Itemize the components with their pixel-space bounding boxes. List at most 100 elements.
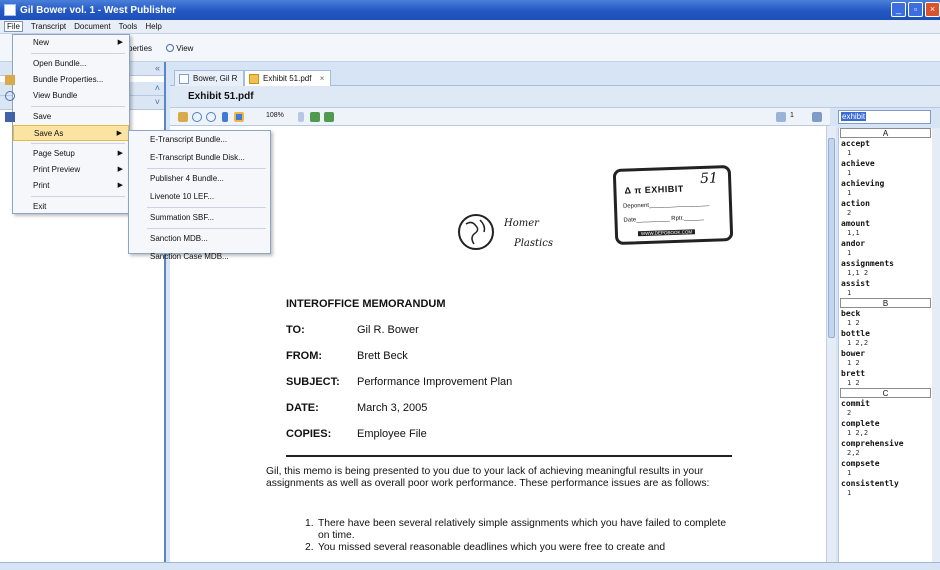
document-tabs: Bower, Gil R Exhibit 51.pdf × (170, 68, 940, 86)
index-term[interactable]: accept (839, 138, 932, 149)
submenu-item-etranscript-bundle-disk[interactable]: E-Transcript Bundle Disk... (129, 149, 270, 167)
index-term[interactable]: amount (839, 218, 932, 229)
tab-bower-gil[interactable]: Bower, Gil R (174, 70, 245, 86)
index-term-pages[interactable]: 2 (839, 409, 932, 418)
index-term[interactable]: compsete (839, 458, 932, 469)
word-index-list[interactable]: Aaccept 1 achieve 1 achieving 1 action 2 amount 1… (838, 128, 932, 562)
menu-item-print[interactable]: Print ▶ (13, 178, 129, 194)
menu-item-save[interactable]: Save (5, 109, 129, 125)
menu-file[interactable]: File (4, 21, 23, 32)
index-term-pages[interactable]: 1,1 2 (839, 269, 932, 278)
document-title: Exhibit 51.pdf (188, 91, 254, 102)
index-term-pages[interactable]: 1 2 (839, 319, 932, 328)
submenu-item-publisher4-bundle[interactable]: Publisher 4 Bundle... (129, 170, 270, 188)
submenu-item-summation-sbf[interactable]: Summation SBF... (129, 209, 270, 227)
next-page-icon[interactable] (812, 112, 822, 122)
index-term[interactable]: assist (839, 278, 932, 289)
submenu-item-sanction-case-mdb[interactable]: Sanction Case MDB... (129, 248, 270, 266)
index-term[interactable]: action (839, 198, 932, 209)
page-number[interactable]: 1 (790, 112, 794, 119)
date-line: Date__________ Rptr.______ (623, 214, 705, 224)
index-term[interactable]: andor (839, 238, 932, 249)
index-term[interactable]: achieving (839, 178, 932, 189)
menu-item-print-preview[interactable]: Print Preview ▶ (13, 162, 129, 178)
to-value: Gil R. Bower (357, 324, 419, 336)
subject-label: SUBJECT: (286, 376, 340, 388)
zoom-dropdown-icon[interactable] (298, 112, 304, 122)
menu-transcript[interactable]: Transcript (31, 22, 66, 31)
globe-logo-icon (458, 214, 494, 250)
minimize-button[interactable]: _ (891, 2, 906, 17)
submenu-item-etranscript-bundle[interactable]: E-Transcript Bundle... (129, 131, 270, 149)
chevron-up-icon[interactable]: ˄ (155, 83, 160, 93)
index-term[interactable]: bottle (839, 328, 932, 339)
menu-tools[interactable]: Tools (119, 22, 138, 31)
subject-value: Performance Improvement Plan (357, 376, 513, 388)
zoom-level[interactable]: 108% (266, 112, 284, 119)
maximize-button[interactable]: ▫ (908, 2, 923, 17)
chevron-down-icon[interactable]: ˅ (155, 97, 160, 107)
zoom-out-icon[interactable] (206, 112, 216, 122)
fit-height-icon[interactable] (222, 112, 228, 122)
index-term[interactable]: commit (839, 398, 932, 409)
close-button[interactable]: × (925, 2, 940, 17)
menu-item-bundle-properties[interactable]: Bundle Properties... (5, 72, 129, 88)
index-term[interactable]: complete (839, 418, 932, 429)
view-icon (166, 44, 174, 52)
properties-icon (5, 75, 15, 85)
copies-label: COPIES: (286, 428, 332, 440)
index-term[interactable]: bower (839, 348, 932, 359)
index-term-pages[interactable]: 1 (839, 289, 932, 298)
properties-button[interactable]: perties (128, 44, 152, 53)
app-icon (4, 4, 16, 16)
index-term[interactable]: consistently (839, 478, 932, 489)
menu-item-save-as[interactable]: Save As ▶ (13, 125, 129, 141)
index-term[interactable]: beck (839, 308, 932, 319)
word-index-scrollbar[interactable] (932, 128, 940, 562)
index-term-pages[interactable]: 1 (839, 249, 932, 258)
index-term-pages[interactable]: 2 (839, 209, 932, 218)
close-tab-icon[interactable]: × (320, 74, 325, 83)
tab-exhibit-51[interactable]: Exhibit 51.pdf × (244, 70, 332, 86)
menu-document[interactable]: Document (74, 22, 110, 31)
index-term[interactable]: comprehensive (839, 438, 932, 449)
index-term-pages[interactable]: 1 (839, 469, 932, 478)
copies-value: Employee File (357, 428, 427, 440)
exhibit-label: Δ π EXHIBIT (624, 183, 684, 196)
index-term[interactable]: assignments (839, 258, 932, 269)
index-term-pages[interactable]: 1 (839, 489, 932, 498)
index-term[interactable]: brett (839, 368, 932, 379)
index-term-pages[interactable]: 1 2,2 (839, 339, 932, 348)
logo-text-homer: Homer (504, 218, 539, 229)
submenu-item-livenote-lef[interactable]: Livenote 10 LEF... (129, 188, 270, 206)
menu-item-new[interactable]: New ▶ (13, 35, 129, 51)
menu-item-view-bundle[interactable]: View Bundle (5, 88, 129, 104)
index-term-pages[interactable]: 1 (839, 169, 932, 178)
page-nav-icon[interactable] (776, 112, 786, 122)
index-term-pages[interactable]: 1 2,2 (839, 429, 932, 438)
fit-width-icon[interactable] (234, 112, 244, 122)
index-term-pages[interactable]: 1 2 (839, 379, 932, 388)
collapse-icon[interactable]: « (155, 63, 160, 73)
zoom-in-icon[interactable] (192, 112, 202, 122)
view-button[interactable]: View (166, 44, 193, 53)
menu-item-page-setup[interactable]: Page Setup ▶ (13, 146, 129, 162)
index-term-pages[interactable]: 2,2 (839, 449, 932, 458)
rotate-right-icon[interactable] (324, 112, 334, 122)
menu-item-open-bundle[interactable]: Open Bundle... (13, 56, 129, 72)
menu-item-exit[interactable]: Exit (13, 199, 129, 215)
from-label: FROM: (286, 350, 323, 362)
index-term-pages[interactable]: 1 2 (839, 359, 932, 368)
menu-help[interactable]: Help (145, 22, 161, 31)
search-value: exhibit (841, 112, 867, 121)
properties-icon[interactable] (178, 112, 188, 122)
index-term-pages[interactable]: 1 (839, 149, 932, 158)
index-term-pages[interactable]: 1 (839, 189, 932, 198)
index-term-pages[interactable]: 1,1 (839, 229, 932, 238)
submenu-item-sanction-mdb[interactable]: Sanction MDB... (129, 230, 270, 248)
scroll-thumb[interactable] (828, 138, 835, 338)
search-field[interactable]: exhibit (838, 110, 931, 124)
rotate-icon[interactable] (310, 112, 320, 122)
index-term[interactable]: achieve (839, 158, 932, 169)
document-scrollbar[interactable] (826, 126, 836, 562)
